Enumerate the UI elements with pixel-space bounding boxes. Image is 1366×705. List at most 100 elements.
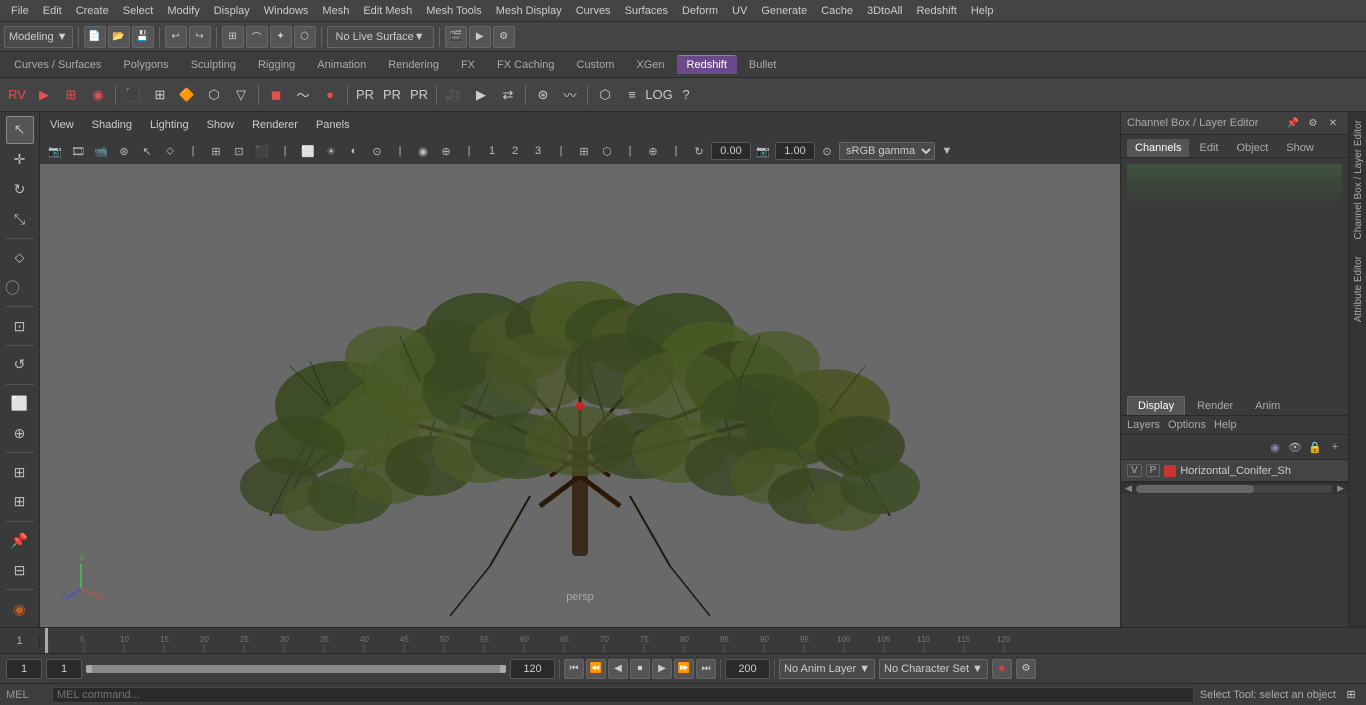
- no-character-set-dropdown[interactable]: No Character Set ▼: [879, 659, 988, 679]
- panel-close-icon[interactable]: ✕: [1324, 114, 1342, 132]
- edge-tab-attribute-editor[interactable]: Attribute Editor: [1349, 248, 1366, 330]
- menu-file[interactable]: File: [4, 3, 36, 19]
- menu-create[interactable]: Create: [69, 3, 116, 19]
- xray-btn[interactable]: ⊕: [6, 420, 34, 448]
- select-tool-btn[interactable]: ↖: [6, 116, 34, 144]
- rs-pr3-btn[interactable]: PR: [406, 82, 432, 108]
- step-back-btn[interactable]: ⏪: [586, 659, 606, 679]
- viewport-content[interactable]: Y Z X persp: [40, 112, 1120, 627]
- menu-windows[interactable]: Windows: [257, 3, 316, 19]
- key-settings-btn[interactable]: ⚙: [1016, 659, 1036, 679]
- vp-grid3-icon[interactable]: ⊞: [205, 141, 227, 161]
- vp-menu-shading[interactable]: Shading: [88, 117, 136, 133]
- vp-res2-icon[interactable]: 2: [504, 141, 526, 161]
- menu-surfaces[interactable]: Surfaces: [618, 3, 675, 19]
- snap-surface-btn[interactable]: ⬡: [294, 26, 316, 48]
- vp-wire-icon[interactable]: ⊡: [228, 141, 250, 161]
- rv-icon-btn[interactable]: RV: [4, 82, 30, 108]
- vp-snap3-icon[interactable]: ⊕: [642, 141, 664, 161]
- menu-deform[interactable]: Deform: [675, 3, 725, 19]
- no-live-surface-btn[interactable]: No Live Surface ▼: [327, 26, 434, 48]
- tab-redshift[interactable]: Redshift: [677, 55, 737, 74]
- vp-camera-val[interactable]: [711, 142, 751, 160]
- vp-shadow-icon[interactable]: ◐: [343, 141, 365, 161]
- add-btn[interactable]: ⊞: [6, 488, 34, 516]
- menu-modify[interactable]: Modify: [160, 3, 206, 19]
- render-settings-btn[interactable]: ⚙: [493, 26, 515, 48]
- step-fwd-btn[interactable]: ⏩: [674, 659, 694, 679]
- layer-color-icon[interactable]: ◉: [1266, 438, 1284, 456]
- menu-display[interactable]: Display: [207, 3, 257, 19]
- layers-menu-options[interactable]: Options: [1168, 419, 1206, 431]
- ipr2-icon-btn[interactable]: ▶: [31, 82, 57, 108]
- mode-dropdown[interactable]: Modeling ▼: [4, 26, 73, 48]
- stop-btn[interactable]: ⏹: [630, 659, 650, 679]
- vp-res3-icon[interactable]: 3: [527, 141, 549, 161]
- snap-curve-btn[interactable]: ⌒: [246, 26, 268, 48]
- vp-res1-icon[interactable]: 1: [481, 141, 503, 161]
- layer-visible-icon[interactable]: 👁: [1286, 438, 1304, 456]
- snap-btn[interactable]: ⊡: [6, 312, 34, 340]
- ch-tab-channels[interactable]: Channels: [1127, 139, 1189, 157]
- tab-sculpting[interactable]: Sculpting: [181, 56, 246, 74]
- vp-hud-icon[interactable]: ⊞: [573, 141, 595, 161]
- tab-custom[interactable]: Custom: [567, 56, 625, 74]
- undo-btn[interactable]: ↩: [165, 26, 187, 48]
- lasso-btn[interactable]: ⃝: [6, 274, 34, 302]
- rs-render1-btn[interactable]: 🎥: [441, 82, 467, 108]
- ch-tab-edit[interactable]: Edit: [1191, 139, 1226, 157]
- go-to-end-btn[interactable]: ⏭: [696, 659, 716, 679]
- tab-polygons[interactable]: Polygons: [113, 56, 178, 74]
- menu-mesh-tools[interactable]: Mesh Tools: [419, 3, 488, 19]
- menu-generate[interactable]: Generate: [754, 3, 814, 19]
- tab-xgen[interactable]: XGen: [626, 56, 674, 74]
- mask-btn[interactable]: ⬜: [6, 390, 34, 418]
- menu-mesh-display[interactable]: Mesh Display: [489, 3, 569, 19]
- menu-curves[interactable]: Curves: [569, 3, 618, 19]
- open-btn[interactable]: 📂: [108, 26, 130, 48]
- render-view-btn[interactable]: 🎬: [445, 26, 467, 48]
- help-icon[interactable]: ⊞: [1342, 686, 1360, 704]
- rs-log-btn[interactable]: LOG: [646, 82, 672, 108]
- tab-curves-surfaces[interactable]: Curves / Surfaces: [4, 56, 111, 74]
- rs-mat2-btn[interactable]: ≡: [619, 82, 645, 108]
- vp-circle-icon[interactable]: ⊙: [816, 141, 838, 161]
- menu-edit-mesh[interactable]: Edit Mesh: [356, 3, 419, 19]
- dt-tab-display[interactable]: Display: [1127, 396, 1185, 415]
- menu-3dto[interactable]: 3DtoAll: [860, 3, 909, 19]
- ch-tab-show[interactable]: Show: [1278, 139, 1322, 157]
- panel-settings-icon[interactable]: ⚙: [1304, 114, 1322, 132]
- vp-xray2-icon[interactable]: ⊕: [435, 141, 457, 161]
- vp-menu-renderer[interactable]: Renderer: [248, 117, 302, 133]
- vp-rot-icon[interactable]: ↻: [688, 141, 710, 161]
- poly-icon-btn[interactable]: ⬡: [201, 82, 227, 108]
- move-tool-btn[interactable]: ✛: [6, 146, 34, 174]
- vp-focal-val[interactable]: [775, 142, 815, 160]
- grid-icon-btn[interactable]: ⊞: [147, 82, 173, 108]
- frame-range-end[interactable]: [510, 659, 555, 679]
- play-back-btn[interactable]: ◀: [608, 659, 628, 679]
- rs-curve-btn[interactable]: 〜: [290, 82, 316, 108]
- layers-menu-layers[interactable]: Layers: [1127, 419, 1160, 431]
- menu-cache[interactable]: Cache: [814, 3, 860, 19]
- current-frame[interactable]: [46, 659, 82, 679]
- rs-help-btn[interactable]: ?: [673, 82, 699, 108]
- edge-tab-channel-box[interactable]: Channel Box / Layer Editor: [1349, 112, 1366, 248]
- vp-menu-view[interactable]: View: [46, 117, 78, 133]
- rs-sphere2-btn[interactable]: ●: [317, 82, 343, 108]
- ch-tab-object[interactable]: Object: [1228, 139, 1276, 157]
- vp-snap2-icon[interactable]: ⊛: [113, 141, 135, 161]
- cone-icon-btn[interactable]: ▽: [228, 82, 254, 108]
- vp-gamma-select[interactable]: sRGB gamma Linear: [839, 142, 935, 160]
- sphere-icon-btn[interactable]: 🔶: [174, 82, 200, 108]
- layer-add-icon[interactable]: +: [1326, 438, 1344, 456]
- play-fwd-btn[interactable]: ▶: [652, 659, 672, 679]
- vp-shaded-icon[interactable]: ⬛: [251, 141, 273, 161]
- grid2-btn[interactable]: ⊞: [6, 458, 34, 486]
- go-to-start-btn[interactable]: ⏮: [564, 659, 584, 679]
- no-anim-layer-dropdown[interactable]: No Anim Layer ▼: [779, 659, 875, 679]
- ipr-btn[interactable]: ▶: [469, 26, 491, 48]
- rs-pr2-btn[interactable]: PR: [379, 82, 405, 108]
- rs-pot-btn[interactable]: ⊛: [530, 82, 556, 108]
- rs-render2-btn[interactable]: ▶: [468, 82, 494, 108]
